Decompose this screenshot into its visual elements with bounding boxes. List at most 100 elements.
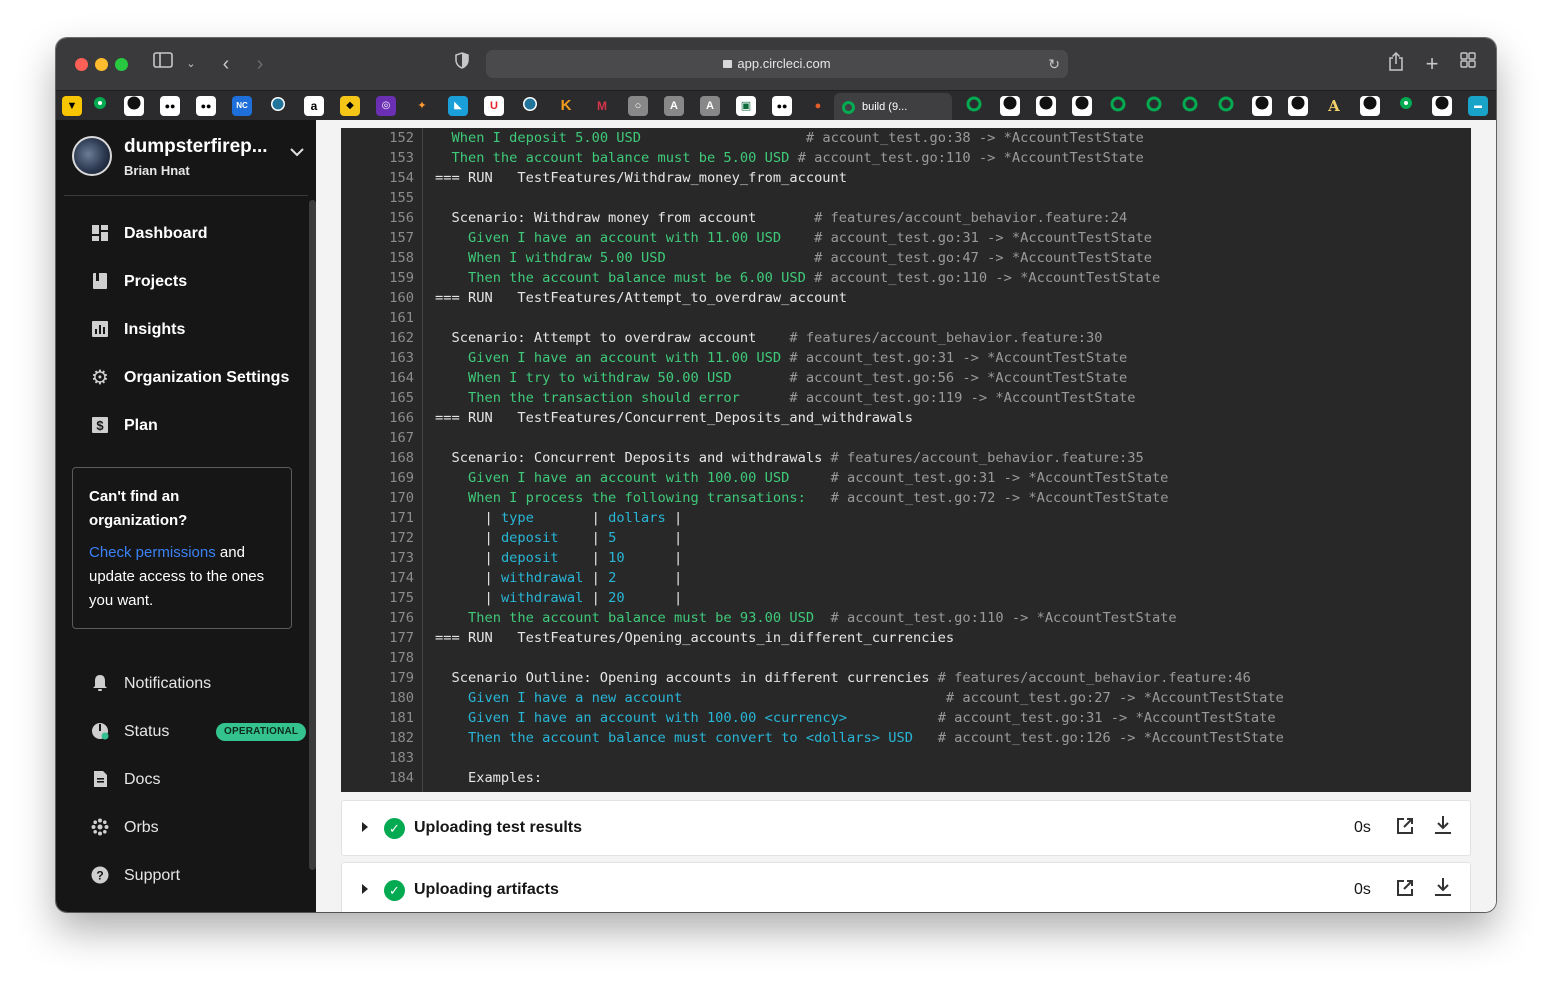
pinned-tab-k-icon[interactable]: K	[556, 96, 576, 116]
active-tab[interactable]: build (9...	[834, 93, 952, 121]
back-icon[interactable]: ‹	[216, 52, 236, 76]
console-line: 156 Scenario: Withdraw money from accoun…	[341, 208, 1471, 228]
address-bar[interactable]: app.circleci.com ↻	[486, 50, 1068, 78]
pinned-tab-a-icon[interactable]: A	[1324, 96, 1344, 116]
line-number: 154	[389, 170, 414, 186]
line-number: 179	[389, 670, 414, 686]
dashboard-icon	[90, 224, 110, 244]
pinned-tab-favicon[interactable]: ▣	[736, 96, 756, 116]
orbs-icon	[90, 818, 110, 838]
pinned-tab-favicon[interactable]: ▬	[1468, 96, 1488, 116]
line-text: === RUN TestFeatures/Attempt_to_overdraw…	[435, 290, 848, 306]
chevron-down-icon[interactable]: ⌄	[184, 52, 198, 76]
check-permissions-link[interactable]: Check permissions	[89, 544, 216, 561]
sidebar-scrollbar[interactable]	[309, 200, 316, 870]
org-name: dumpsterfirep...	[124, 136, 268, 157]
pinned-tab-nc-icon[interactable]: NC	[232, 96, 252, 116]
pinned-tab-favicon[interactable]: M	[592, 96, 612, 116]
console-line: 159 Then the account balance must be 6.0…	[341, 268, 1471, 288]
pinned-tab-medium-icon[interactable]: ●●	[772, 96, 792, 116]
pinned-tab-wordpress-icon[interactable]	[268, 96, 288, 116]
pinned-tab-circleci-icon[interactable]	[90, 96, 110, 116]
pinned-tab-medium-icon[interactable]: ●●	[160, 96, 180, 116]
title-bar: ⌄ ‹ › app.circleci.com ↻ +	[56, 38, 1496, 90]
minimize-window-button[interactable]	[95, 58, 108, 71]
external-link-icon[interactable]	[1394, 817, 1416, 839]
pinned-tab-github-icon[interactable]	[1432, 96, 1452, 116]
line-text: Scenario: Attempt to overdraw account # …	[435, 330, 1103, 346]
console-line: 182 Then the account balance must conver…	[341, 728, 1471, 748]
download-icon[interactable]	[1432, 877, 1454, 901]
pinned-tab-github-icon[interactable]	[1252, 96, 1272, 116]
new-tab-icon[interactable]: +	[1422, 52, 1442, 76]
pinned-tab-medium-icon[interactable]: ●●	[196, 96, 216, 116]
line-text: Scenario: Withdraw money from account # …	[435, 210, 1128, 226]
sidebar-item-label: Insights	[124, 321, 186, 338]
console-line: 180 Given I have a new account # account…	[341, 688, 1471, 708]
line-number: 168	[389, 450, 414, 466]
share-icon[interactable]	[1386, 51, 1406, 76]
console-line: 161	[341, 308, 1471, 328]
line-text: Given I have a new account # account_tes…	[467, 690, 1284, 706]
console-line: 172 | deposit | 5 |	[341, 528, 1471, 548]
shield-icon[interactable]	[452, 52, 472, 76]
pinned-tab-a-icon[interactable]: A	[664, 96, 684, 116]
sidebar-item-label: Organization Settings	[124, 369, 290, 386]
close-window-button[interactable]	[75, 58, 88, 71]
step-uploading-test-results[interactable]: ✓ Uploading test results 0s	[341, 800, 1471, 856]
reload-icon[interactable]: ↻	[1048, 50, 1060, 78]
pinned-tab-github-icon[interactable]	[1072, 96, 1092, 116]
expand-triangle-icon[interactable]	[362, 822, 368, 832]
expand-triangle-icon[interactable]	[362, 884, 368, 894]
pinned-tab-amazon-icon[interactable]: a	[304, 96, 324, 116]
org-switcher[interactable]: dumpsterfirep... Brian Hnat	[72, 136, 304, 182]
console-line: 169 Given I have an account with 100.00 …	[341, 468, 1471, 488]
console-line: 166 === RUN TestFeatures/Concurrent_Depos…	[341, 408, 1471, 428]
zoom-window-button[interactable]	[115, 58, 128, 71]
download-icon[interactable]	[1432, 815, 1454, 839]
forward-icon[interactable]: ›	[250, 52, 270, 76]
main-content: 152 When I deposit 5.00 USD # account_te…	[316, 120, 1496, 912]
pinned-tab-favicon[interactable]: ●	[808, 96, 828, 116]
pinned-tab-favicon[interactable]: ◣	[448, 96, 468, 116]
pinned-tab-strip: ▼ ●● ●● NC a ◆ ◎ ✦ ◣ U K M ○ A A ▣ ●● ● …	[56, 90, 1496, 121]
pinned-tab-wordpress-icon[interactable]	[520, 96, 540, 116]
console-line: 176 Then the account balance must be 93.…	[341, 608, 1471, 628]
pinned-tab-circleci-icon[interactable]	[1216, 96, 1236, 116]
pinned-tab-favicon[interactable]: ▼	[62, 96, 82, 116]
pinned-tab-favicon[interactable]: ○	[628, 96, 648, 116]
pinned-tab-favicon[interactable]: ✦	[412, 96, 432, 116]
pinned-tab-favicon[interactable]: U	[484, 96, 504, 116]
pinned-tab-github-icon[interactable]	[124, 96, 144, 116]
line-text: Then the account balance must convert to…	[467, 730, 1284, 746]
pinned-tab-github-icon[interactable]	[1036, 96, 1056, 116]
pinned-tab-github-icon[interactable]	[1360, 96, 1380, 116]
pinned-tab-circleci-icon[interactable]	[1180, 96, 1200, 116]
org-help-text: Check permissions and update access to t…	[89, 541, 275, 613]
pinned-tab-favicon[interactable]: ◎	[376, 96, 396, 116]
step-title: Uploading artifacts	[414, 881, 559, 898]
line-number: 171	[389, 510, 414, 526]
pinned-tab-circleci-icon[interactable]	[1108, 96, 1128, 116]
sidebar-toggle-icon[interactable]	[152, 52, 174, 76]
console-line: 163 Given I have an account with 11.00 U…	[341, 348, 1471, 368]
console-line: 155	[341, 188, 1471, 208]
pinned-tab-github-icon[interactable]	[1000, 96, 1020, 116]
step-uploading-artifacts[interactable]: ✓ Uploading artifacts 0s	[341, 862, 1471, 912]
line-number: 182	[389, 730, 414, 746]
sidebar-item-label: Docs	[124, 771, 161, 788]
console-line: 164 When I try to withdraw 50.00 USD # a…	[341, 368, 1471, 388]
step-output-console[interactable]: 152 When I deposit 5.00 USD # account_te…	[341, 128, 1471, 792]
sidebar-item-status[interactable]: Status OPERATIONAL	[90, 718, 310, 746]
pinned-tab-circleci-icon[interactable]	[964, 96, 984, 116]
pinned-tab-github-icon[interactable]	[1288, 96, 1308, 116]
step-duration: 0s	[1354, 819, 1371, 836]
tab-overview-icon[interactable]	[1458, 52, 1478, 76]
pinned-tab-circleci-icon[interactable]	[1144, 96, 1164, 116]
pinned-tab-circleci-icon[interactable]	[1396, 96, 1416, 116]
pinned-tab-favicon[interactable]: ◆	[340, 96, 360, 116]
active-tab-title: build (9...	[862, 101, 908, 113]
pinned-tab-a-icon[interactable]: A	[700, 96, 720, 116]
external-link-icon[interactable]	[1394, 879, 1416, 901]
success-check-icon: ✓	[384, 880, 405, 901]
